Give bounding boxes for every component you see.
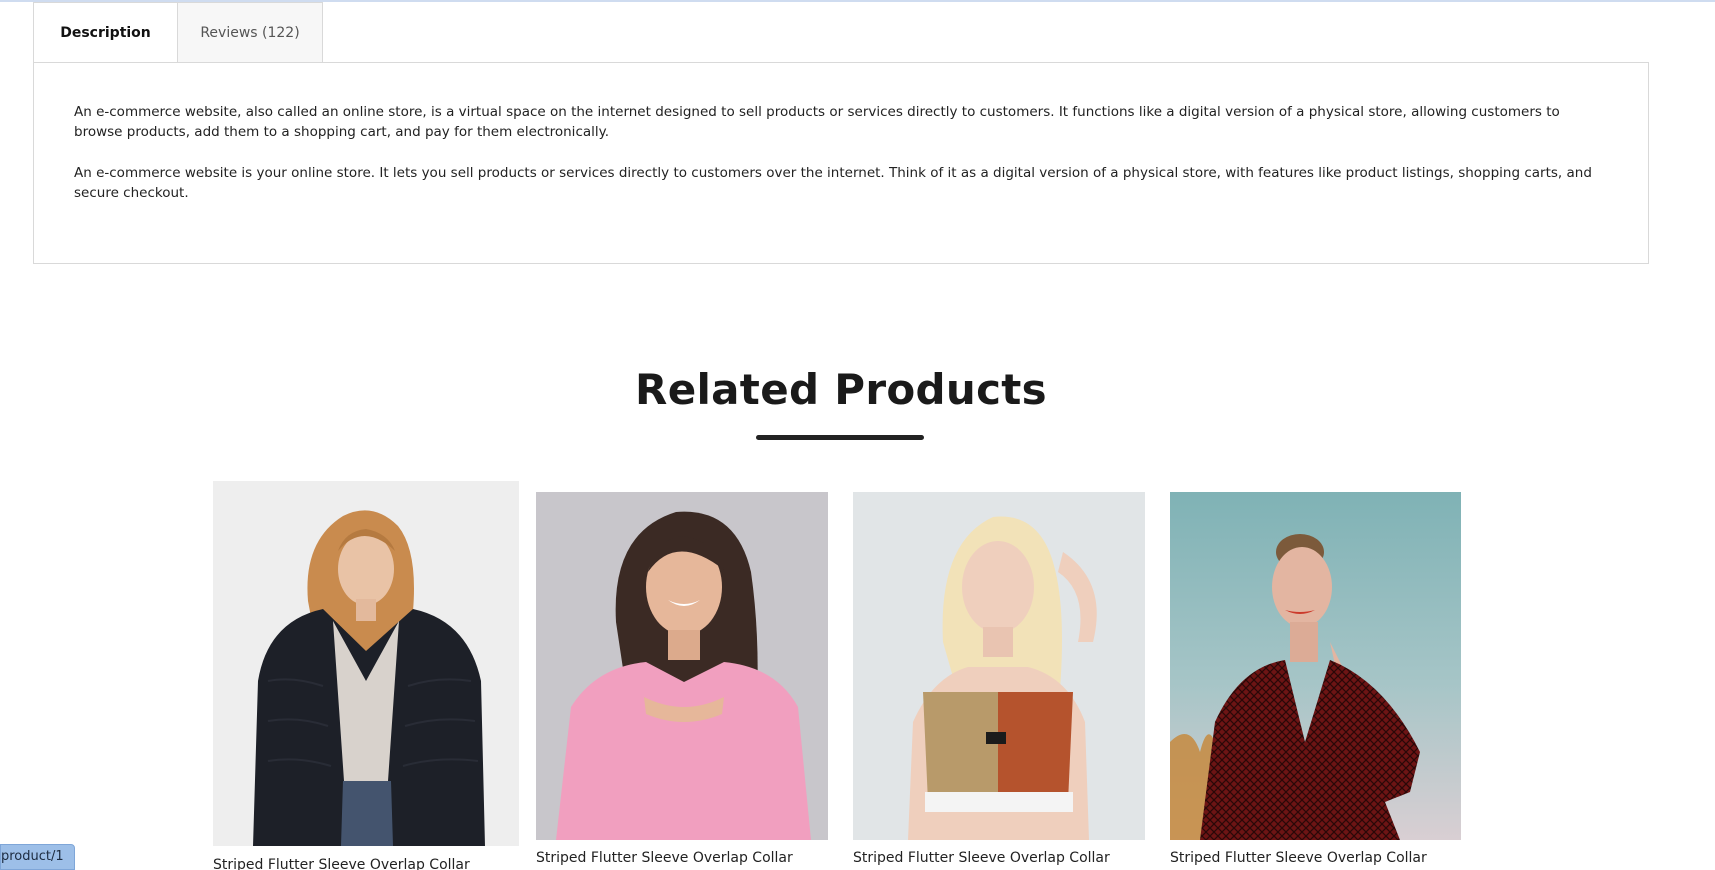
description-panel: An e-commerce website, also called an on… [33, 62, 1649, 264]
status-bar-url: product/1 [0, 844, 75, 870]
product-image[interactable] [213, 481, 519, 846]
related-products-title: Related Products [635, 365, 1047, 414]
product-name[interactable]: Striped Flutter Sleeve Overlap Collar [1170, 850, 1427, 866]
description-paragraph: An e-commerce website is your online sto… [74, 165, 1592, 201]
product-image[interactable] [1170, 492, 1461, 840]
product-image[interactable] [853, 492, 1145, 840]
description-paragraph: An e-commerce website, also called an on… [74, 104, 1560, 140]
product-tabs: Description Reviews (122) [33, 2, 323, 63]
product-name[interactable]: Striped Flutter Sleeve Overlap Collar [853, 850, 1110, 866]
tab-description[interactable]: Description [33, 2, 178, 63]
product-image[interactable] [536, 492, 828, 840]
product-name[interactable]: Striped Flutter Sleeve Overlap Collar [536, 850, 793, 866]
tab-reviews[interactable]: Reviews (122) [178, 2, 323, 63]
product-name[interactable]: Striped Flutter Sleeve Overlap Collar [213, 857, 470, 870]
title-underline [756, 435, 924, 440]
